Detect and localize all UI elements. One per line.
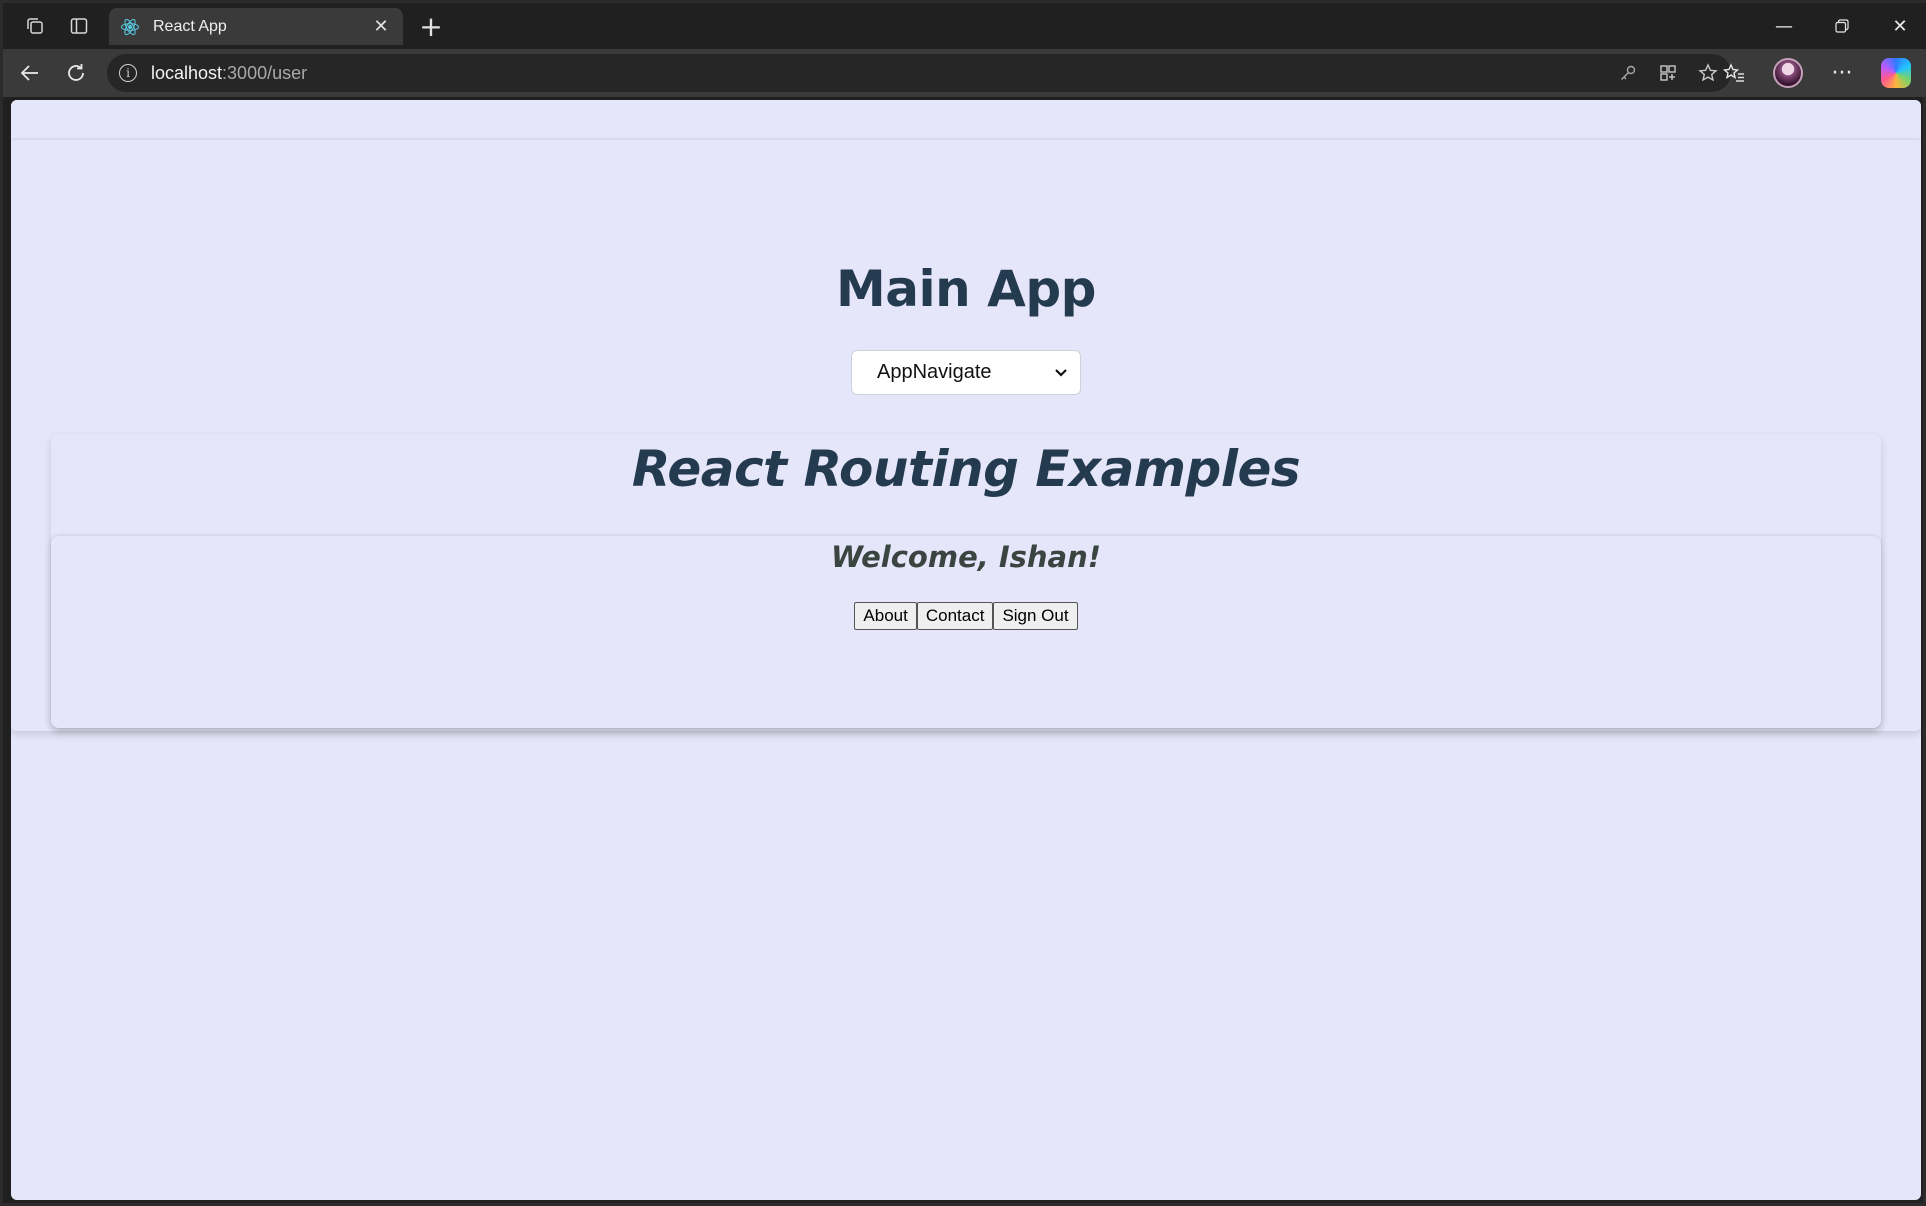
url-host: localhost — [151, 62, 223, 83]
navigation-bar: i localhost:3000/user ··· — [3, 49, 1926, 97]
url-path: :3000/user — [222, 62, 308, 83]
workspaces-icon[interactable] — [13, 3, 57, 49]
tab-react-app[interactable]: React App ✕ — [109, 8, 403, 45]
contact-button[interactable]: Contact — [916, 602, 994, 630]
chevron-down-icon — [1054, 365, 1068, 381]
address-bar-actions — [1615, 54, 1721, 92]
key-icon[interactable] — [1615, 60, 1641, 86]
main-app-container: Main App AppNavigate React Routing Examp… — [11, 140, 1921, 731]
tab-title: React App — [153, 17, 227, 35]
address-bar[interactable]: i localhost:3000/user — [107, 54, 1731, 92]
toolbar-right: ··· — [1711, 49, 1919, 97]
close-icon[interactable]: ✕ — [369, 16, 393, 37]
welcome-message: Welcome, Ishan! — [831, 540, 1101, 574]
navigate-select-value: AppNavigate — [877, 361, 992, 383]
react-icon — [119, 16, 141, 38]
tab-actions-icon[interactable] — [57, 3, 101, 49]
favorites-icon[interactable] — [1711, 50, 1757, 96]
back-arrow-icon[interactable] — [7, 50, 53, 96]
copilot-icon — [1881, 58, 1911, 88]
copilot-button[interactable] — [1873, 50, 1919, 96]
user-card: Welcome, Ishan! About Contact Sign Out — [51, 536, 1881, 728]
info-icon[interactable]: i — [119, 64, 137, 82]
tab-bar: React App ✕ + — ✕ — [3, 3, 1926, 49]
refresh-icon[interactable] — [53, 50, 99, 96]
restore-icon[interactable] — [1813, 3, 1871, 49]
url-text[interactable]: localhost:3000/user — [151, 63, 307, 84]
plus-icon[interactable]: + — [413, 9, 449, 43]
routing-card: React Routing Examples Welcome, Ishan! A… — [51, 434, 1881, 728]
sign-out-button[interactable]: Sign Out — [993, 602, 1078, 630]
more-icon[interactable]: ··· — [1819, 50, 1865, 96]
apps-icon[interactable] — [1655, 60, 1681, 86]
browser-window: React App ✕ + — ✕ i localhost:3000/user … — [0, 0, 1926, 1206]
page-viewport: Main App AppNavigate React Routing Examp… — [11, 100, 1921, 1200]
page-title: Main App — [836, 260, 1096, 318]
routing-title: React Routing Examples — [631, 440, 1301, 498]
top-strip — [11, 100, 1921, 138]
avatar — [1773, 58, 1803, 88]
close-window-icon[interactable]: ✕ — [1871, 3, 1926, 49]
navigate-select[interactable]: AppNavigate — [851, 350, 1081, 395]
about-button[interactable]: About — [854, 602, 917, 630]
user-actions: About Contact Sign Out — [51, 602, 1881, 630]
window-controls: — ✕ — [1755, 3, 1926, 49]
profile-button[interactable] — [1765, 50, 1811, 96]
minimize-icon[interactable]: — — [1755, 3, 1813, 49]
